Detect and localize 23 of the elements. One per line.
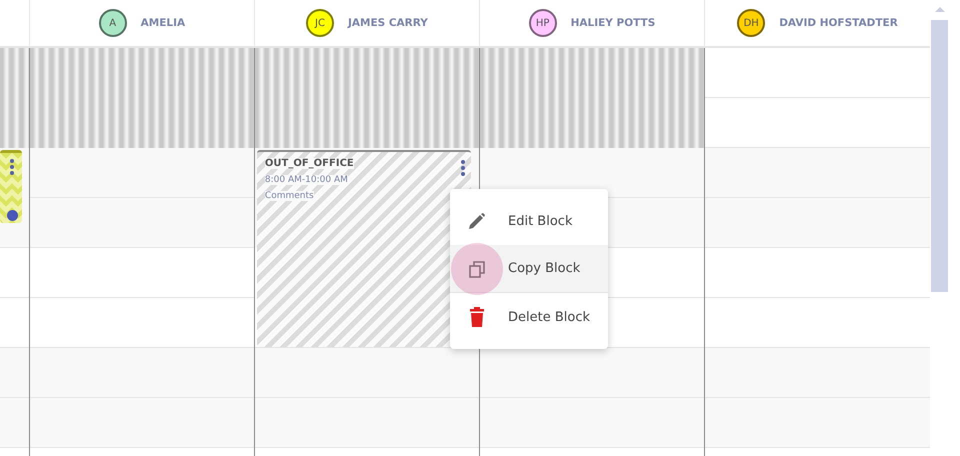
event-time: 8:00 AM-10:00 AM — [264, 175, 348, 185]
touch-ripple — [451, 243, 503, 295]
more-icon[interactable] — [10, 159, 14, 175]
avatar: DH — [737, 9, 766, 37]
event-block[interactable] — [0, 150, 22, 223]
more-icon[interactable] — [460, 160, 465, 176]
trash-icon — [468, 307, 486, 327]
column-header: DAVID HOFSTADTER — [779, 17, 898, 29]
column-header: AMELIA — [140, 17, 186, 29]
scroll-up-icon[interactable] — [935, 7, 945, 12]
avatar: HP — [528, 9, 557, 37]
column-header: HALIEY POTTS — [570, 17, 656, 29]
avatar: A — [98, 9, 127, 37]
menu-item[interactable]: Copy Block — [450, 245, 608, 293]
pencil-icon — [468, 211, 486, 231]
status-dot-icon — [6, 210, 18, 221]
scroll-thumb[interactable] — [931, 20, 948, 292]
time-slot[interactable] — [0, 148, 29, 248]
event-title: OUT_OF_OFFICE — [264, 158, 354, 169]
event-comments: Comments — [264, 191, 314, 201]
column-header: JAMES CARRY — [348, 17, 428, 29]
copy-icon — [468, 258, 486, 278]
avatar: JC — [306, 9, 334, 37]
